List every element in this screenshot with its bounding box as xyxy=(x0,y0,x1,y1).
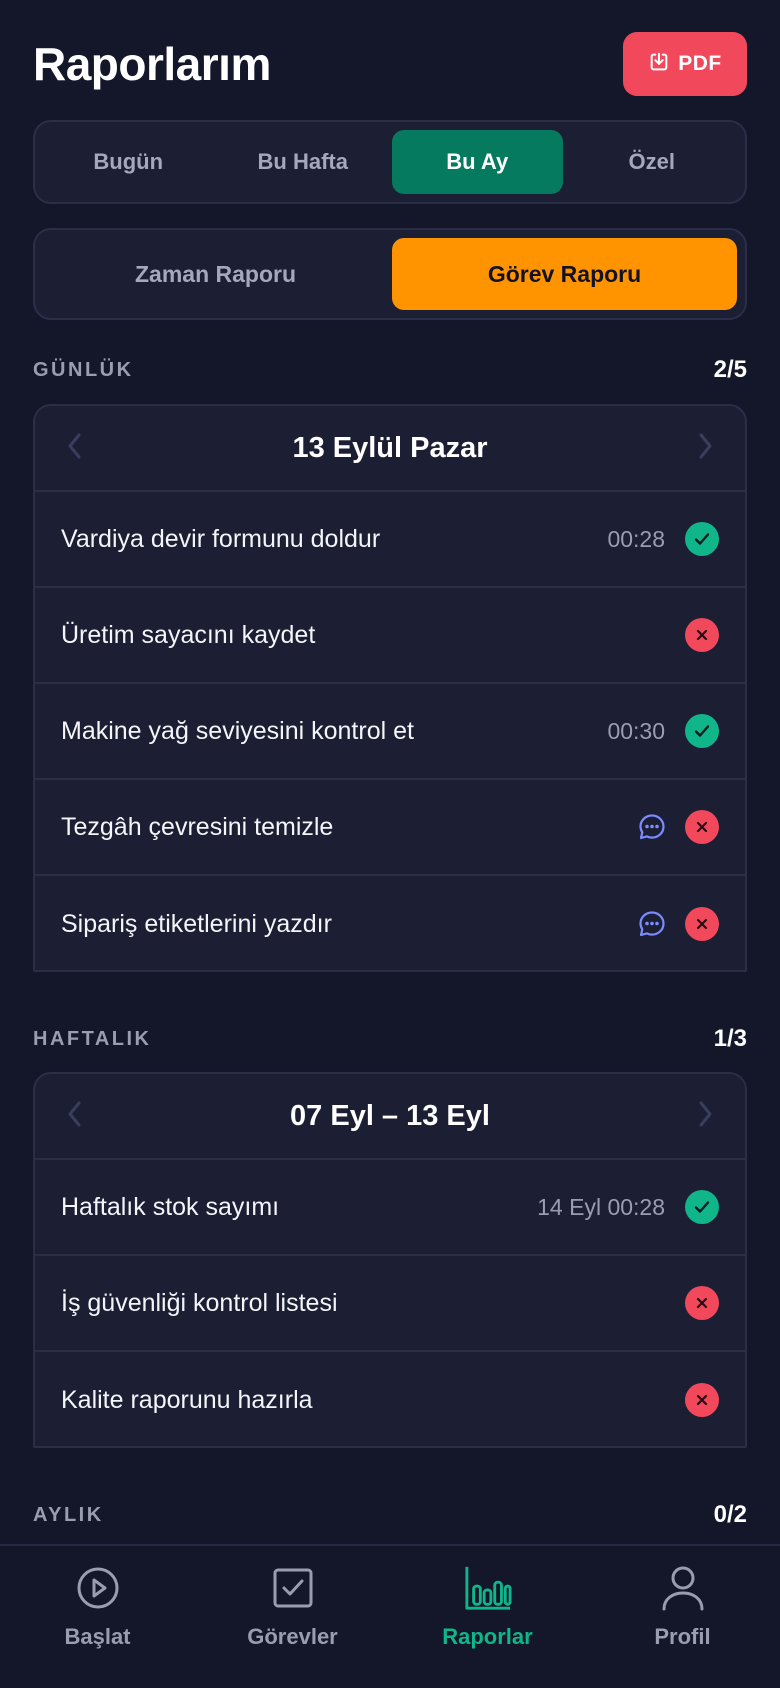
task-title: İş güvenliği kontrol listesi xyxy=(61,1288,338,1317)
tab-this-week[interactable]: Bu Hafta xyxy=(218,130,389,194)
task-title: Haftalık stok sayımı xyxy=(61,1192,280,1221)
section-count: 2/5 xyxy=(713,356,747,383)
previous-day-button[interactable] xyxy=(57,430,93,466)
nav-label: Raporlar xyxy=(442,1624,533,1649)
daily-task-card: 13 Eylül Pazar Vardiya devir formunu dol… xyxy=(33,404,747,972)
task-row[interactable]: Vardiya devir formunu doldur 00:28 xyxy=(35,492,745,588)
task-row[interactable]: Haftalık stok sayımı 14 Eyl 00:28 xyxy=(35,1160,745,1256)
task-title: Tezgâh çevresini temizle xyxy=(61,812,334,841)
pdf-export-button[interactable]: PDF xyxy=(623,32,747,96)
section-title: GÜNLÜK xyxy=(33,358,134,381)
next-day-button[interactable] xyxy=(687,430,723,466)
user-icon xyxy=(659,1564,707,1612)
comment-icon[interactable] xyxy=(637,909,667,939)
tab-this-month[interactable]: Bu Ay xyxy=(392,130,563,194)
nav-reports[interactable]: Raporlar xyxy=(390,1546,585,1688)
play-circle-icon xyxy=(74,1564,122,1612)
checkbox-icon xyxy=(269,1564,317,1612)
check-icon xyxy=(685,714,719,748)
task-row[interactable]: Kalite raporunu hazırla xyxy=(35,1352,745,1446)
download-icon xyxy=(648,51,670,78)
section-title: HAFTALIK xyxy=(33,1027,152,1050)
task-row[interactable]: Makine yağ seviyesini kontrol et 00:30 xyxy=(35,684,745,780)
header: Raporlarım PDF xyxy=(33,32,747,96)
task-title: Sipariş etiketlerini yazdır xyxy=(61,909,332,938)
tab-today[interactable]: Bugün xyxy=(43,130,214,194)
task-title: Vardiya devir formunu doldur xyxy=(61,524,381,553)
chevron-right-icon xyxy=(695,431,715,466)
date-range-tabs: Bugün Bu Hafta Bu Ay Özel xyxy=(33,120,747,204)
task-time: 14 Eyl 00:28 xyxy=(537,1193,665,1220)
pdf-label: PDF xyxy=(678,52,722,75)
task-time: 00:28 xyxy=(607,525,665,552)
task-time: 00:30 xyxy=(607,717,665,744)
nav-tasks[interactable]: Görevler xyxy=(195,1546,390,1688)
tab-task-report[interactable]: Görev Raporu xyxy=(392,238,737,310)
task-title: Kalite raporunu hazırla xyxy=(61,1385,313,1414)
page-title: Raporlarım xyxy=(33,38,271,90)
section-title: AYLIK xyxy=(33,1503,104,1526)
check-icon xyxy=(685,1190,719,1224)
weekly-task-card: 07 Eyl – 13 Eyl Haftalık stok sayımı 14 … xyxy=(33,1072,747,1448)
cross-icon xyxy=(685,1383,719,1417)
task-row[interactable]: İş güvenliği kontrol listesi xyxy=(35,1256,745,1352)
check-icon xyxy=(685,522,719,556)
reports-screen: Raporlarım PDF Bugün Bu Hafta Bu Ay Özel… xyxy=(0,0,780,1688)
bar-chart-icon xyxy=(464,1564,512,1612)
report-type-tabs: Zaman Raporu Görev Raporu xyxy=(33,228,747,320)
chevron-left-icon xyxy=(65,1099,85,1134)
cross-icon xyxy=(685,810,719,844)
task-title: Üretim sayacını kaydet xyxy=(61,620,316,649)
cross-icon xyxy=(685,907,719,941)
chevron-left-icon xyxy=(65,431,85,466)
task-row[interactable]: Tezgâh çevresini temizle xyxy=(35,780,745,876)
tab-time-report[interactable]: Zaman Raporu xyxy=(43,238,388,310)
task-row[interactable]: Üretim sayacını kaydet xyxy=(35,588,745,684)
nav-profile[interactable]: Profil xyxy=(585,1546,780,1688)
day-navigator: 13 Eylül Pazar xyxy=(35,406,745,492)
chevron-right-icon xyxy=(695,1099,715,1134)
previous-week-button[interactable] xyxy=(57,1098,93,1134)
week-navigator: 07 Eyl – 13 Eyl xyxy=(35,1074,745,1160)
daily-section-header: GÜNLÜK 2/5 xyxy=(33,355,747,385)
next-week-button[interactable] xyxy=(687,1098,723,1134)
nav-start[interactable]: Başlat xyxy=(0,1546,195,1688)
task-row[interactable]: Sipariş etiketlerini yazdır xyxy=(35,876,745,970)
tab-custom[interactable]: Özel xyxy=(567,130,738,194)
task-title: Makine yağ seviyesini kontrol et xyxy=(61,716,414,745)
monthly-section-header: AYLIK 0/2 xyxy=(33,1500,747,1530)
current-date: 13 Eylül Pazar xyxy=(292,431,488,464)
nav-label: Profil xyxy=(654,1624,711,1649)
current-week: 07 Eyl – 13 Eyl xyxy=(290,1099,490,1132)
nav-label: Görevler xyxy=(247,1624,338,1649)
section-count: 0/2 xyxy=(713,1501,747,1528)
bottom-tab-bar: Başlat Görevler Raporlar Profil xyxy=(0,1544,780,1688)
weekly-section-header: HAFTALIK 1/3 xyxy=(33,1024,747,1054)
section-count: 1/3 xyxy=(713,1025,747,1052)
cross-icon xyxy=(685,1286,719,1320)
cross-icon xyxy=(685,618,719,652)
comment-icon[interactable] xyxy=(637,812,667,842)
nav-label: Başlat xyxy=(64,1624,131,1649)
